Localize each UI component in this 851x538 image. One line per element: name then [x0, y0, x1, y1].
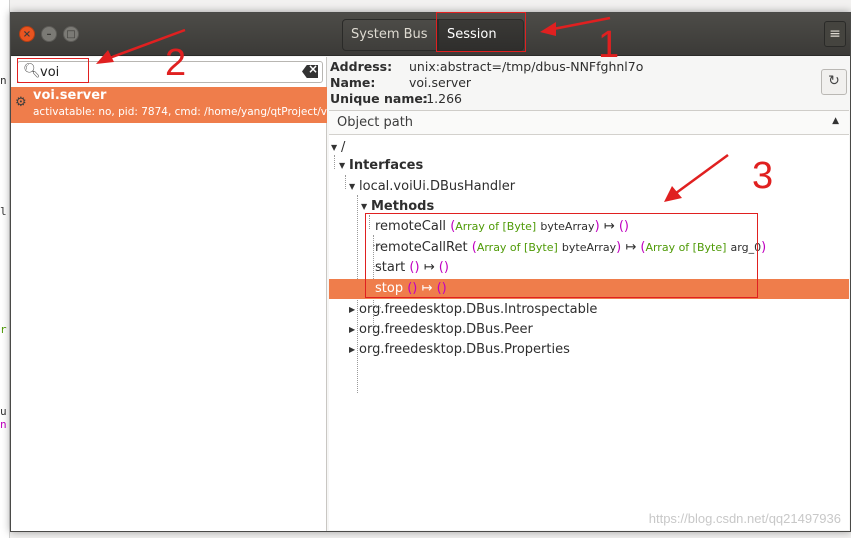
- annotation-number-2: 2: [165, 42, 187, 84]
- annotation-number-3: 3: [752, 155, 774, 197]
- annotation-arrows: [96, 16, 729, 202]
- watermark-text: https://blog.csdn.net/qq21497936: [648, 511, 841, 526]
- annotation-number-1: 1: [598, 24, 620, 66]
